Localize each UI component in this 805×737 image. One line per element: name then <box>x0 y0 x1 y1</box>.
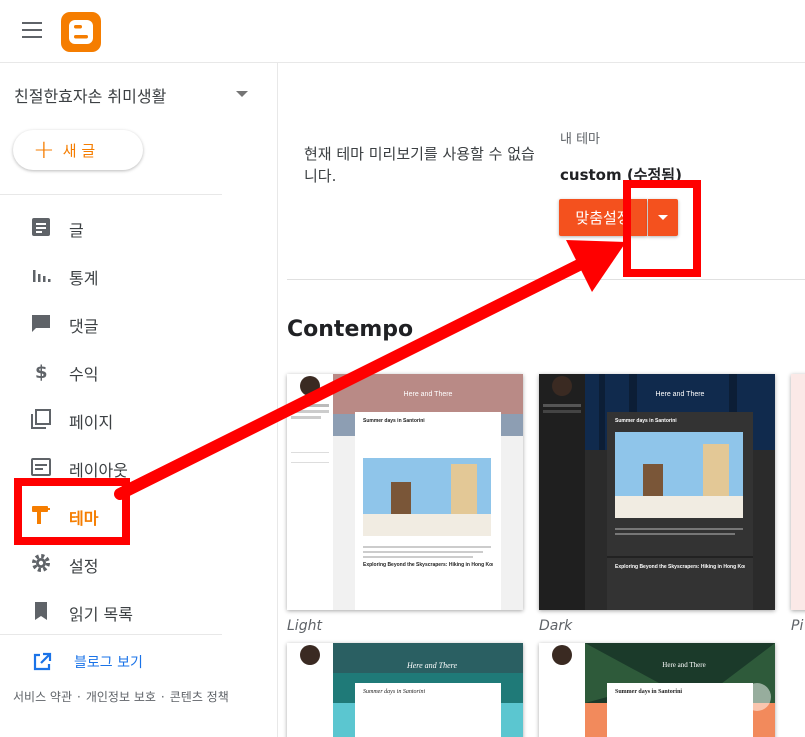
theme-preview-art <box>287 374 523 610</box>
plus-icon: + <box>33 135 55 165</box>
theme-hero-title: Here and There <box>406 661 458 670</box>
theme-post-title: Summer days in Santorini <box>363 689 426 695</box>
main-content: 현재 테마 미리보기를 사용할 수 없습니다. 내 테마 custom (수정됨… <box>279 63 805 737</box>
view-blog-link[interactable]: 블로그 보기 <box>30 650 230 674</box>
sidebar-item-label: 읽기 목록 <box>69 605 133 624</box>
bookmark-icon <box>35 602 47 620</box>
theme-post-title: Summer days in Santorini <box>615 418 677 424</box>
layout-icon <box>31 458 51 476</box>
hamburger-menu-icon[interactable] <box>22 22 42 38</box>
stats-icon <box>33 270 51 282</box>
sidebar-divider <box>0 194 222 195</box>
theme-caption-dark: Dark <box>539 618 573 634</box>
section-divider <box>287 279 805 280</box>
sidebar-item-layout[interactable]: 레이아웃 <box>0 443 278 491</box>
theme-post2-title: Exploring Beyond the Skyscrapers: Hiking… <box>363 562 493 568</box>
theme-hero-title: Here and There <box>655 391 705 398</box>
blog-name: 친절한효자손 취미생활 <box>14 87 167 106</box>
theme-post-title: Summer days in Santorini <box>363 418 425 424</box>
sidebar-item-label: 수익 <box>69 365 99 384</box>
sidebar: 친절한효자손 취미생활 + 새 글 글 통계 댓글 $ 수익 페이지 레이아웃 … <box>0 63 278 737</box>
new-post-label: 새 글 <box>62 141 96 160</box>
blog-selector[interactable]: 친절한효자손 취미생활 <box>14 83 254 106</box>
preview-unavailable-message: 현재 테마 미리보기를 사용할 수 없습니다. <box>304 145 535 185</box>
theme-roller-icon <box>32 506 50 524</box>
sidebar-divider <box>0 634 222 635</box>
view-blog-label: 블로그 보기 <box>74 655 143 671</box>
dollar-icon: $ <box>35 362 48 382</box>
theme-family-title: Contempo <box>287 317 414 342</box>
sidebar-item-label: 통계 <box>69 269 99 288</box>
theme-thumbnail-row2-teal[interactable]: Here and There Summer days in Santorini <box>287 643 523 737</box>
my-theme-label: 내 테마 <box>560 132 601 147</box>
sidebar-item-reading-list[interactable]: 읽기 목록 <box>0 587 278 635</box>
theme-thumbnail-pink[interactable] <box>791 374 805 610</box>
theme-thumbnail-light[interactable]: Here and There Summer days in Santorini … <box>287 374 523 610</box>
theme-post2-title: Exploring Beyond the Skyscrapers: Hiking… <box>615 564 745 570</box>
comments-icon <box>32 315 50 332</box>
privacy-link[interactable]: 개인정보 보호 <box>86 690 156 704</box>
sidebar-item-label: 글 <box>69 221 84 240</box>
top-bar <box>0 0 805 63</box>
pages-icon <box>31 409 51 429</box>
sidebar-nav: 글 통계 댓글 $ 수익 페이지 레이아웃 테마 설정 읽기 목록 <box>0 203 278 635</box>
sidebar-item-settings[interactable]: 설정 <box>0 539 278 587</box>
posts-icon <box>32 218 50 236</box>
chevron-down-icon <box>236 91 248 97</box>
sidebar-item-stats[interactable]: 통계 <box>0 251 278 299</box>
theme-post-title: Summer days in Santorini <box>615 689 683 695</box>
sidebar-item-label: 설정 <box>69 557 99 576</box>
theme-caption-light: Light <box>287 618 322 634</box>
current-theme-name: custom (수정됨) <box>560 166 682 184</box>
theme-thumbnail-dark[interactable]: Here and There Summer days in Santorini … <box>539 374 775 610</box>
customize-button[interactable]: 맞춤설정 <box>559 199 647 236</box>
theme-preview-art <box>539 374 775 610</box>
theme-hero-title: Here and There <box>662 661 706 669</box>
theme-caption-pink: Pi <box>791 618 804 634</box>
sidebar-item-label: 페이지 <box>69 413 114 432</box>
new-post-button[interactable]: + 새 글 <box>13 130 143 170</box>
sidebar-item-label: 테마 <box>69 509 99 528</box>
sidebar-item-comments[interactable]: 댓글 <box>0 299 278 347</box>
sidebar-item-pages[interactable]: 페이지 <box>0 395 278 443</box>
theme-hero-title: Here and There <box>403 391 453 398</box>
sidebar-item-label: 댓글 <box>69 317 99 336</box>
blogger-logo-icon[interactable] <box>61 12 101 52</box>
gear-icon <box>32 554 50 572</box>
terms-link[interactable]: 서비스 약관 <box>13 690 72 704</box>
footer-links: 서비스 약관 · 개인정보 보호 · 콘텐츠 정책 <box>13 688 229 705</box>
content-policy-link[interactable]: 콘텐츠 정책 <box>170 690 229 704</box>
sidebar-item-posts[interactable]: 글 <box>0 203 278 251</box>
external-link-icon <box>33 652 52 671</box>
sidebar-item-label: 레이아웃 <box>69 461 128 480</box>
separator-dot: · <box>160 690 165 704</box>
sidebar-item-earnings[interactable]: $ 수익 <box>0 347 278 395</box>
svg-text:$: $ <box>35 362 48 382</box>
separator-dot: · <box>77 690 81 704</box>
theme-thumbnail-row2-tropical[interactable]: Here and There Summer days in Santorini <box>539 643 775 737</box>
sidebar-item-theme[interactable]: 테마 <box>0 491 278 539</box>
customize-dropdown-button[interactable] <box>648 199 678 236</box>
